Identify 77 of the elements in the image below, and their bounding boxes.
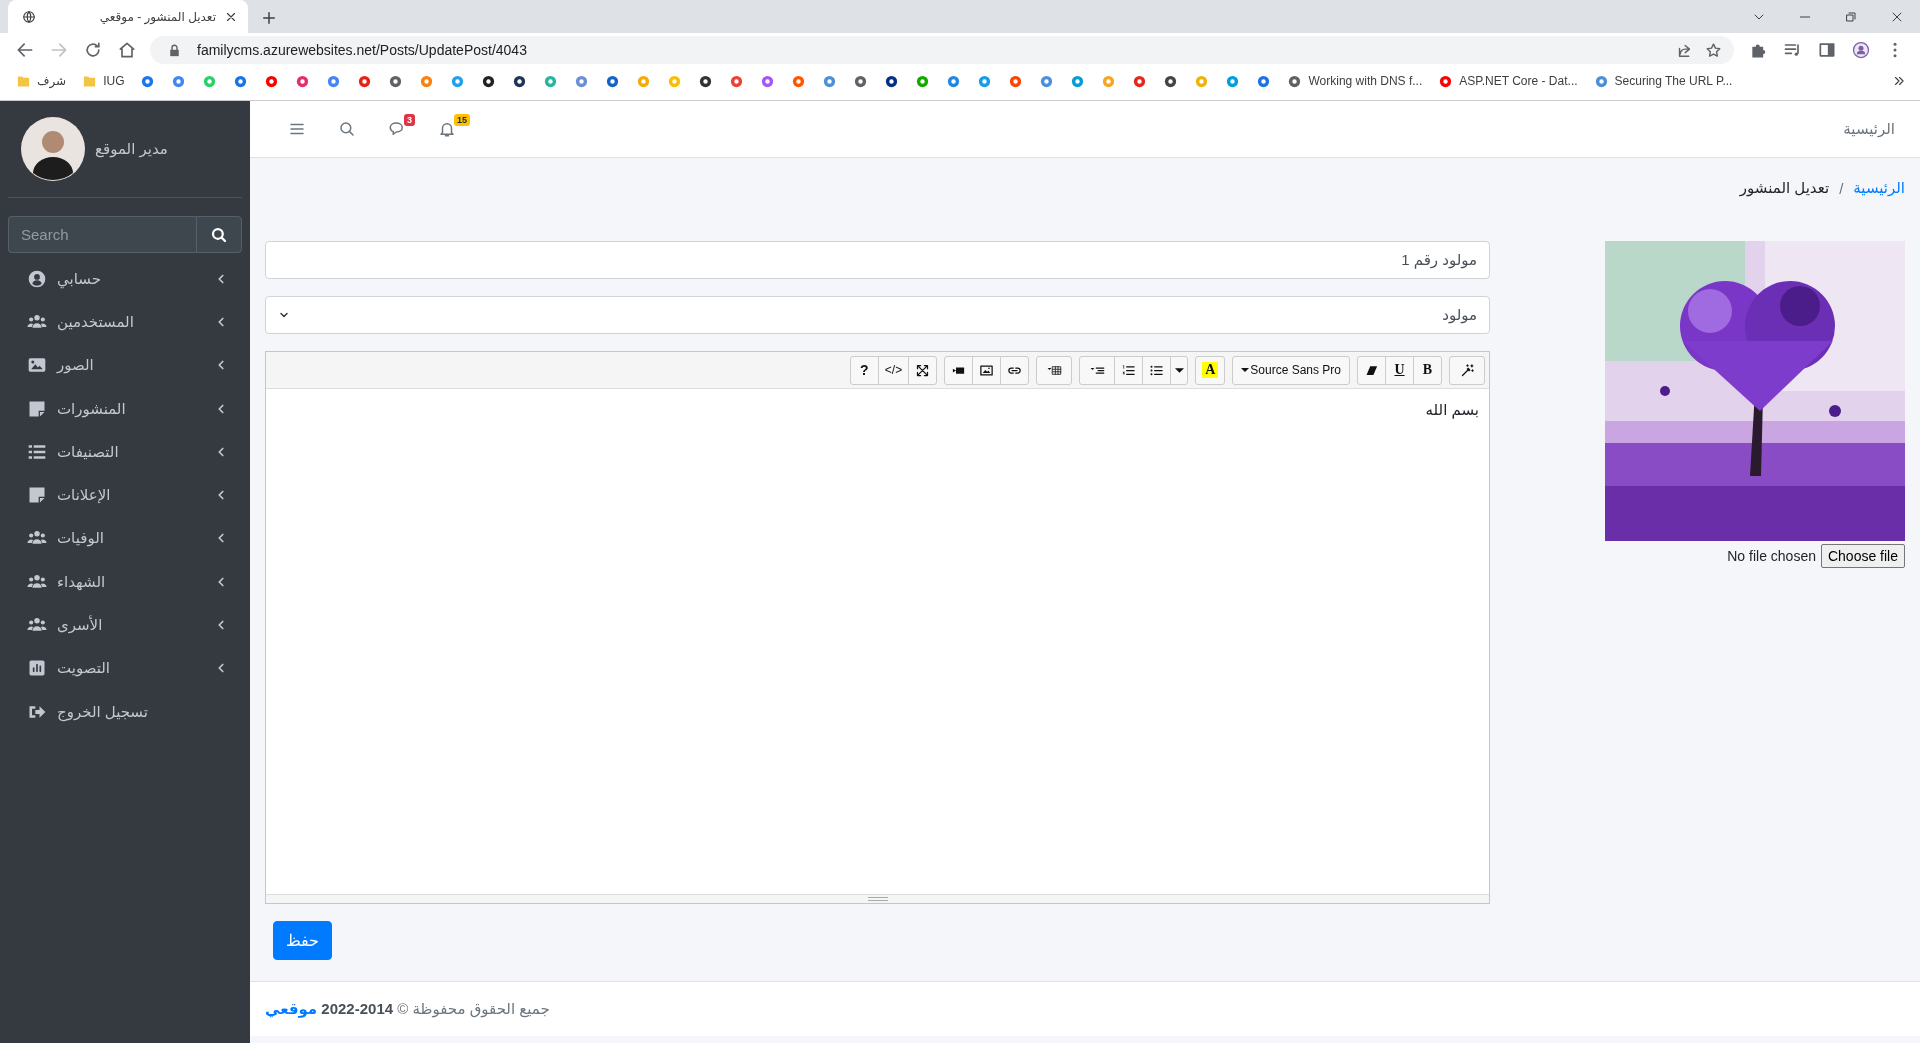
sidebar-item[interactable]: الصور (0, 343, 250, 387)
search-icon (210, 225, 228, 244)
home-link[interactable]: الرئيسية (1843, 120, 1895, 138)
choose-file-button[interactable]: Choose file (1820, 544, 1905, 568)
avatar (21, 117, 85, 181)
paragraph-button[interactable] (1079, 355, 1116, 385)
notification-count-badge: 15 (454, 114, 470, 126)
bookmark-link[interactable]: IUG (74, 69, 133, 93)
font-family-button[interactable]: Source Sans Pro (1232, 355, 1350, 385)
chat-icon (388, 120, 406, 138)
magic-wand-icon (1459, 362, 1475, 378)
resize-handle[interactable] (266, 894, 1489, 903)
title-field[interactable]: مولود رقم 1 (265, 241, 1490, 279)
sidebar-item[interactable]: المستخدمين (0, 300, 250, 344)
breadcrumb-link[interactable]: الرئيسية (1853, 179, 1905, 197)
user-circle-icon (27, 268, 47, 289)
back-icon[interactable] (15, 40, 35, 60)
sidebar-item[interactable]: حسابي (0, 257, 250, 301)
bookmark-link[interactable]: Securing The URL P... (1585, 69, 1741, 93)
bookmark-link[interactable]: شرف (8, 69, 75, 93)
video-button[interactable] (944, 355, 974, 385)
star-icon[interactable] (1705, 41, 1722, 59)
save-button[interactable]: حفظ (273, 921, 332, 960)
picture-button[interactable] (972, 355, 1002, 385)
text-color-button[interactable]: A (1195, 355, 1226, 385)
notifications-button[interactable]: 15 (422, 112, 472, 146)
user-name: مدير الموقع (95, 140, 168, 158)
side-panel-icon[interactable] (1817, 40, 1837, 60)
sidebar-item[interactable]: تسجيل الخروج (0, 689, 250, 734)
code-view-button[interactable]: </> (877, 355, 910, 385)
more-button[interactable] (1170, 355, 1189, 385)
sidebar-item[interactable]: الإعلانات (0, 473, 250, 517)
help-button[interactable]: ? (849, 355, 879, 385)
editor-content[interactable]: بسم الله (266, 389, 1489, 894)
picture-icon (979, 362, 995, 378)
site-link[interactable]: موقعي (265, 1000, 318, 1017)
style-button[interactable] (1449, 355, 1485, 385)
search-field[interactable]: Search (8, 216, 196, 253)
file-status: No file chosen (1727, 548, 1816, 564)
eraser-button[interactable] (1357, 355, 1386, 385)
sidebar-item[interactable]: الأسرى (0, 603, 250, 647)
address-bar[interactable]: familycms.azurewebsites.net/Posts/UpdatePost/4043 (150, 36, 1734, 64)
sidebar-item[interactable]: المنشورات (0, 386, 250, 431)
note-icon (27, 485, 47, 506)
category-select[interactable]: مولود (265, 296, 1490, 334)
bookmark-link[interactable]: Working with DNS f... (1279, 69, 1431, 93)
tab-title: تعديل المنشور - موقعي (98, 9, 216, 24)
link-button[interactable] (1000, 355, 1030, 385)
breadcrumb-separator: / (1838, 179, 1845, 197)
search-button[interactable] (196, 216, 242, 253)
underline-button[interactable]: U (1385, 355, 1414, 385)
messages-button[interactable]: 3 (372, 112, 422, 146)
home-icon[interactable] (117, 40, 137, 60)
breadcrumb-current: تعديل المنشور (1739, 179, 1830, 197)
table-button[interactable] (1036, 355, 1073, 385)
bookmark-link[interactable]: ASP.NET Core - Dat... (1430, 69, 1586, 93)
bell-icon (438, 120, 456, 138)
chart-icon (27, 658, 47, 679)
fullscreen-button[interactable] (908, 355, 938, 385)
caret-icon (1241, 368, 1250, 372)
expand-arrows-icon (915, 362, 931, 378)
profile-icon[interactable] (1851, 40, 1871, 60)
search-icon (338, 120, 356, 138)
sidebar-item[interactable]: التصنيفات (0, 430, 250, 474)
unordered-list-button[interactable] (1142, 355, 1172, 385)
new-tab-icon[interactable] (260, 9, 278, 27)
sidebar-item[interactable]: التصويت (0, 646, 250, 690)
reload-icon[interactable] (83, 40, 103, 60)
sidebar-item[interactable]: الوفيات (0, 516, 250, 561)
ordered-list-button[interactable] (1114, 355, 1144, 385)
bold-button[interactable]: B (1413, 355, 1442, 385)
browser-tab[interactable]: تعديل المنشور - موقعي (8, 0, 248, 33)
more-bookmarks-icon[interactable] (1892, 74, 1906, 88)
message-count-badge: 3 (404, 114, 415, 126)
caret-icon (1174, 367, 1184, 373)
globe-icon (22, 9, 36, 24)
sidebar-item[interactable]: الشهداء (0, 560, 250, 604)
